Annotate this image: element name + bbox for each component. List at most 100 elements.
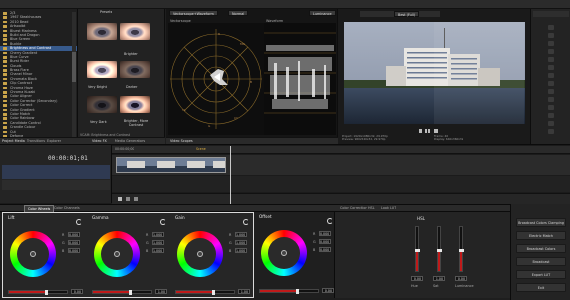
- slider-knob[interactable]: [129, 289, 132, 295]
- slider-knob[interactable]: [414, 249, 420, 253]
- preset-thumb-brighter[interactable]: [120, 23, 150, 40]
- reset-icon[interactable]: [327, 218, 333, 224]
- timeline-loop-button[interactable]: [134, 197, 138, 201]
- channel-label-r: R: [62, 233, 65, 237]
- tool-button-14[interactable]: [548, 129, 554, 134]
- hsl-value-sat[interactable]: 1.00: [433, 276, 445, 281]
- slider-knob[interactable]: [436, 249, 442, 253]
- channel-value-g[interactable]: 1.000: [152, 240, 164, 245]
- wheel-slider[interactable]: [92, 289, 152, 295]
- hsl-slider-sat[interactable]: [436, 226, 442, 272]
- action-button[interactable]: Broadcast: [516, 257, 566, 266]
- tool-button-9[interactable]: [548, 89, 554, 94]
- preview-quality-dropdown[interactable]: Best (Full): [394, 11, 420, 17]
- wheel-center-handle[interactable]: [197, 251, 203, 257]
- tool-button-5[interactable]: [548, 57, 554, 62]
- timeline-play-button[interactable]: [118, 197, 122, 201]
- audio-track-header[interactable]: [2, 180, 110, 190]
- channel-value-b[interactable]: 1.000: [235, 248, 247, 253]
- action-button[interactable]: Broadcast Colors Clamping: [516, 218, 566, 227]
- color-wheel[interactable]: [10, 231, 56, 277]
- slider-knob[interactable]: [296, 288, 299, 294]
- channel-value-b[interactable]: 0.000: [68, 248, 80, 253]
- tool-button-10[interactable]: [548, 97, 554, 102]
- color-wheel[interactable]: [177, 231, 223, 277]
- hsl-value-luminance[interactable]: 0.00: [455, 276, 467, 281]
- wheel-center-handle[interactable]: [114, 251, 120, 257]
- preset-thumb-very-bright[interactable]: [87, 61, 117, 78]
- wheel-slider-value[interactable]: 0.00: [322, 288, 334, 293]
- slider-knob[interactable]: [45, 289, 48, 295]
- video-track-header[interactable]: [2, 165, 110, 179]
- channel-value-r[interactable]: 0.000: [68, 232, 80, 237]
- playhead[interactable]: [230, 146, 231, 204]
- channel-value-g[interactable]: 0.000: [68, 240, 80, 245]
- scene-marker[interactable]: Scene: [196, 147, 206, 151]
- wheel-center-handle[interactable]: [281, 250, 287, 256]
- preview-frame[interactable]: [344, 22, 525, 124]
- tree-item-label: 1967 Steakhouses: [10, 15, 42, 20]
- preset-thumb-brighter-contrast[interactable]: [120, 96, 150, 113]
- channel-value-g[interactable]: 1.000: [235, 240, 247, 245]
- tree-item-label: Build and Dragon: [10, 32, 40, 37]
- channel-value-g[interactable]: 0.000: [319, 239, 331, 244]
- tool-button-4[interactable]: [548, 49, 554, 54]
- reset-icon[interactable]: [160, 219, 166, 225]
- action-button[interactable]: Broadcast Colors: [516, 244, 566, 253]
- hsl-slider-hue[interactable]: [414, 226, 420, 272]
- tool-button-3[interactable]: [548, 41, 554, 46]
- tool-button-13[interactable]: [548, 121, 554, 126]
- tool-button-11[interactable]: [548, 105, 554, 110]
- wheel-slider-value[interactable]: 0.00: [71, 289, 83, 294]
- channel-value-r[interactable]: 1.000: [152, 232, 164, 237]
- channel-value-r[interactable]: 1.000: [235, 232, 247, 237]
- wheel-slider[interactable]: [8, 289, 68, 295]
- tab-color-correction[interactable]: Color Correction: [340, 205, 367, 212]
- timeline-ruler[interactable]: 00:00:00;00 Scene: [112, 146, 570, 154]
- tab-look-lut[interactable]: Look LUT: [381, 205, 396, 212]
- wheel-slider[interactable]: [259, 288, 319, 294]
- wheel-slider-value[interactable]: 1.00: [155, 289, 167, 294]
- wheel-slider[interactable]: [175, 289, 235, 295]
- action-button[interactable]: Electric Match: [516, 231, 566, 240]
- pause-button[interactable]: [425, 129, 427, 133]
- folder-icon: [3, 69, 7, 72]
- tool-button-2[interactable]: [548, 33, 554, 38]
- tree-scrollbar[interactable]: [72, 12, 76, 138]
- tab-hsl[interactable]: HSL: [368, 205, 375, 212]
- channel-value-b[interactable]: 1.000: [152, 248, 164, 253]
- hsl-slider-luminance[interactable]: [458, 226, 464, 272]
- tab-color-channels[interactable]: Color Channels: [54, 205, 80, 212]
- tool-button-1[interactable]: [548, 25, 554, 30]
- scope-luma-dropdown[interactable]: Luminance: [309, 10, 336, 16]
- reset-icon[interactable]: [243, 219, 249, 225]
- color-wheel[interactable]: [261, 230, 307, 276]
- tool-button-7[interactable]: [548, 73, 554, 78]
- scope-mode-dropdown[interactable]: Vectorscope+Waveform: [169, 10, 218, 16]
- preset-thumb-very-dark[interactable]: [87, 96, 117, 113]
- scope-type-dropdown[interactable]: Normal: [228, 10, 249, 16]
- channel-value-r[interactable]: 0.000: [319, 231, 331, 236]
- slider-knob[interactable]: [212, 289, 215, 295]
- hsl-panel: HSL 0.00 Hue 1.00 Sat 0.00 Luminance: [334, 212, 510, 298]
- slider-knob[interactable]: [458, 249, 464, 253]
- action-button[interactable]: Export LUT: [516, 270, 566, 279]
- reset-icon[interactable]: [76, 219, 82, 225]
- tool-button-6[interactable]: [548, 65, 554, 70]
- video-clip[interactable]: [116, 157, 226, 173]
- stop-button[interactable]: [434, 129, 438, 133]
- wheel-slider-value[interactable]: 1.00: [238, 289, 250, 294]
- play-button[interactable]: [419, 129, 422, 133]
- timeline-stop-button[interactable]: [126, 197, 130, 201]
- tool-button-12[interactable]: [548, 113, 554, 118]
- tree-item-label: Cherry Gradient: [10, 50, 38, 55]
- action-button[interactable]: Exit: [516, 283, 566, 292]
- preset-thumb-darker[interactable]: [120, 61, 150, 78]
- wheel-center-handle[interactable]: [30, 251, 36, 257]
- channel-value-b[interactable]: 0.000: [319, 247, 331, 252]
- hsl-value-hue[interactable]: 0.00: [411, 276, 423, 281]
- preset-thumb-original[interactable]: [87, 23, 117, 40]
- tool-button-8[interactable]: [548, 81, 554, 86]
- folder-icon: [3, 38, 7, 41]
- color-wheel[interactable]: [94, 231, 140, 277]
